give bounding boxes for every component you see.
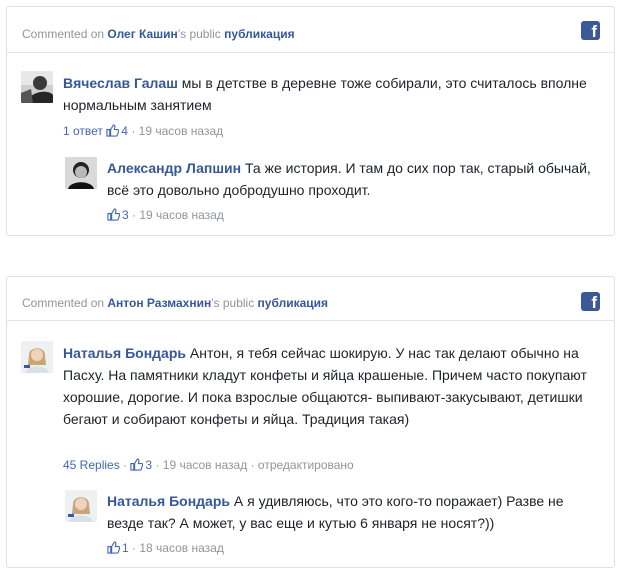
like-number: 3	[145, 458, 153, 472]
thumbs-up-icon	[130, 458, 144, 471]
reply-author[interactable]: Наталья Бондарь	[107, 493, 230, 509]
post-link[interactable]: публикация	[258, 296, 328, 310]
card-header-text: Commented on Олег Кашин's public публика…	[22, 27, 295, 41]
avatar[interactable]	[21, 71, 53, 103]
facebook-icon[interactable]: f	[581, 21, 600, 40]
separator: ·	[132, 208, 137, 222]
separator: ·	[123, 458, 128, 472]
comment-meta: 45 Replies · 3 · 19 часов назад · отреда…	[63, 458, 354, 472]
thumbs-up-icon	[106, 124, 120, 137]
comment-body: Вячеслав Галаш мы в детстве в деревне то…	[63, 72, 608, 116]
reply-time[interactable]: 19 часов назад	[139, 208, 223, 222]
card-header: Commented on Олег Кашин's public публика…	[7, 7, 614, 53]
avatar[interactable]	[65, 157, 97, 189]
avatar[interactable]	[65, 490, 97, 522]
like-number: 4	[121, 124, 128, 138]
separator: ·	[250, 458, 255, 472]
page-name-link[interactable]: Олег Кашин	[107, 27, 177, 41]
reply-meta: 3 · 19 часов назад	[107, 208, 224, 222]
like-number: 1	[122, 541, 129, 555]
header-possessive: 's public	[177, 27, 221, 41]
header-possessive: 's public	[211, 296, 255, 310]
comment-card-1: Commented on Олег Кашин's public публика…	[6, 6, 615, 236]
reply-time[interactable]: 18 часов назад	[139, 541, 223, 555]
reply: Наталья Бондарь А я удивляюсь, что это к…	[65, 490, 606, 560]
edited-label[interactable]: отредактировано	[258, 458, 354, 472]
separator: ·	[155, 458, 160, 472]
reply-meta: 1 · 18 часов назад	[107, 541, 224, 555]
separator: ·	[131, 124, 136, 138]
comment-body: Наталья Бондарь Антон, я тебя сейчас шок…	[63, 342, 603, 430]
reply-body: Александр Лапшин Та же история. И там до…	[107, 157, 607, 201]
comment: Вячеслав Галаш мы в детстве в деревне то…	[21, 71, 606, 151]
replies-link[interactable]: 45 Replies	[63, 458, 120, 472]
replies-link[interactable]: 1 ответ	[63, 124, 103, 138]
like-count[interactable]: 3	[107, 208, 132, 222]
header-prefix: Commented on	[22, 296, 105, 310]
thumbs-up-icon	[107, 208, 120, 221]
facebook-icon[interactable]: f	[581, 292, 600, 311]
separator: ·	[132, 541, 137, 555]
comment-author[interactable]: Вячеслав Галаш	[63, 75, 178, 91]
comment-time[interactable]: 19 часов назад	[139, 124, 223, 138]
comment-meta: 1 ответ 4 · 19 часов назад	[63, 124, 223, 138]
avatar[interactable]	[21, 341, 53, 373]
comment-time[interactable]: 19 часов назад	[163, 458, 247, 472]
comment-author[interactable]: Наталья Бондарь	[63, 345, 186, 361]
like-count[interactable]: 3	[130, 458, 155, 472]
header-prefix: Commented on	[22, 27, 105, 41]
thumbs-up-icon	[107, 541, 120, 554]
reply-author[interactable]: Александр Лапшин	[107, 160, 241, 176]
reply-body: Наталья Бондарь А я удивляюсь, что это к…	[107, 490, 603, 534]
like-count[interactable]: 1	[107, 541, 132, 555]
like-count[interactable]: 4	[106, 124, 131, 138]
comment-card-2: Commented on Антон Размахнин's public пу…	[6, 276, 615, 568]
page-name-link[interactable]: Антон Размахнин	[107, 296, 211, 310]
like-number: 3	[122, 208, 129, 222]
comment: Наталья Бондарь Антон, я тебя сейчас шок…	[21, 341, 606, 472]
reply: Александр Лапшин Та же история. И там до…	[65, 157, 606, 227]
post-link[interactable]: публикация	[224, 27, 294, 41]
card-header: Commented on Антон Размахнин's public пу…	[7, 277, 614, 321]
card-header-text: Commented on Антон Размахнин's public пу…	[22, 296, 328, 310]
